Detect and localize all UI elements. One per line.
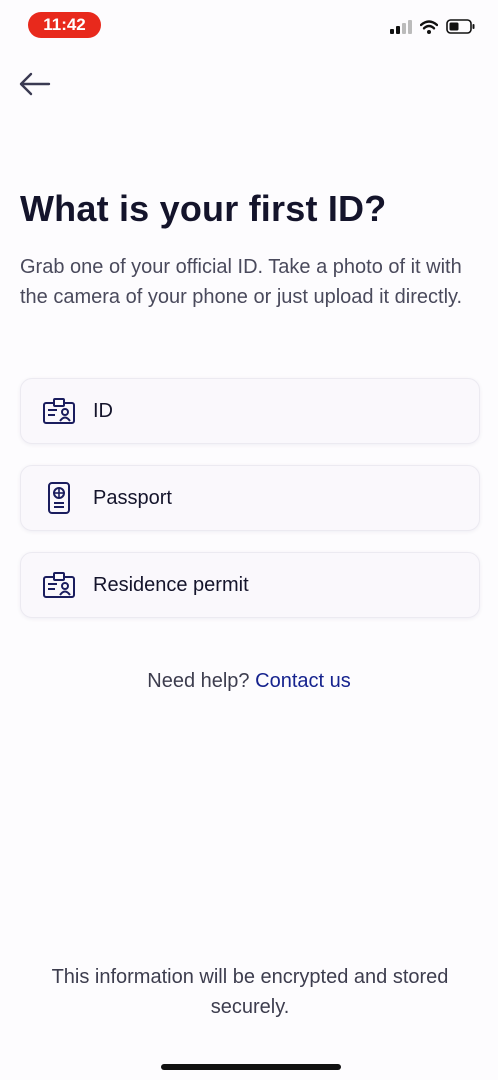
- page-title: What is your first ID?: [20, 188, 387, 229]
- contact-us-link[interactable]: Contact us: [255, 670, 351, 692]
- security-note: This information will be encrypted and s…: [51, 966, 449, 1018]
- home-indicator[interactable]: [161, 1064, 341, 1070]
- arrow-left-icon: [19, 72, 51, 96]
- option-residence-permit[interactable]: Residence permit: [20, 552, 480, 618]
- status-time[interactable]: 11:42: [28, 12, 101, 38]
- signal-icon: [390, 19, 412, 34]
- status-bar: 11:42: [0, 0, 498, 50]
- page-subtitle: Grab one of your official ID. Take a pho…: [20, 256, 463, 308]
- battery-icon: [446, 19, 475, 34]
- id-card-icon: [41, 567, 77, 603]
- status-icons: [390, 19, 476, 34]
- option-id[interactable]: ID: [20, 378, 480, 444]
- help-text: Need help? Contact us: [0, 670, 498, 693]
- help-prefix: Need help?: [147, 670, 250, 692]
- option-id-label: ID: [93, 399, 113, 422]
- passport-icon: [41, 480, 77, 516]
- option-passport[interactable]: Passport: [20, 465, 480, 531]
- back-button[interactable]: [16, 66, 56, 102]
- option-passport-label: Passport: [93, 486, 172, 509]
- id-card-icon: [41, 393, 77, 429]
- option-residence-permit-label: Residence permit: [93, 573, 249, 596]
- wifi-icon: [420, 19, 438, 34]
